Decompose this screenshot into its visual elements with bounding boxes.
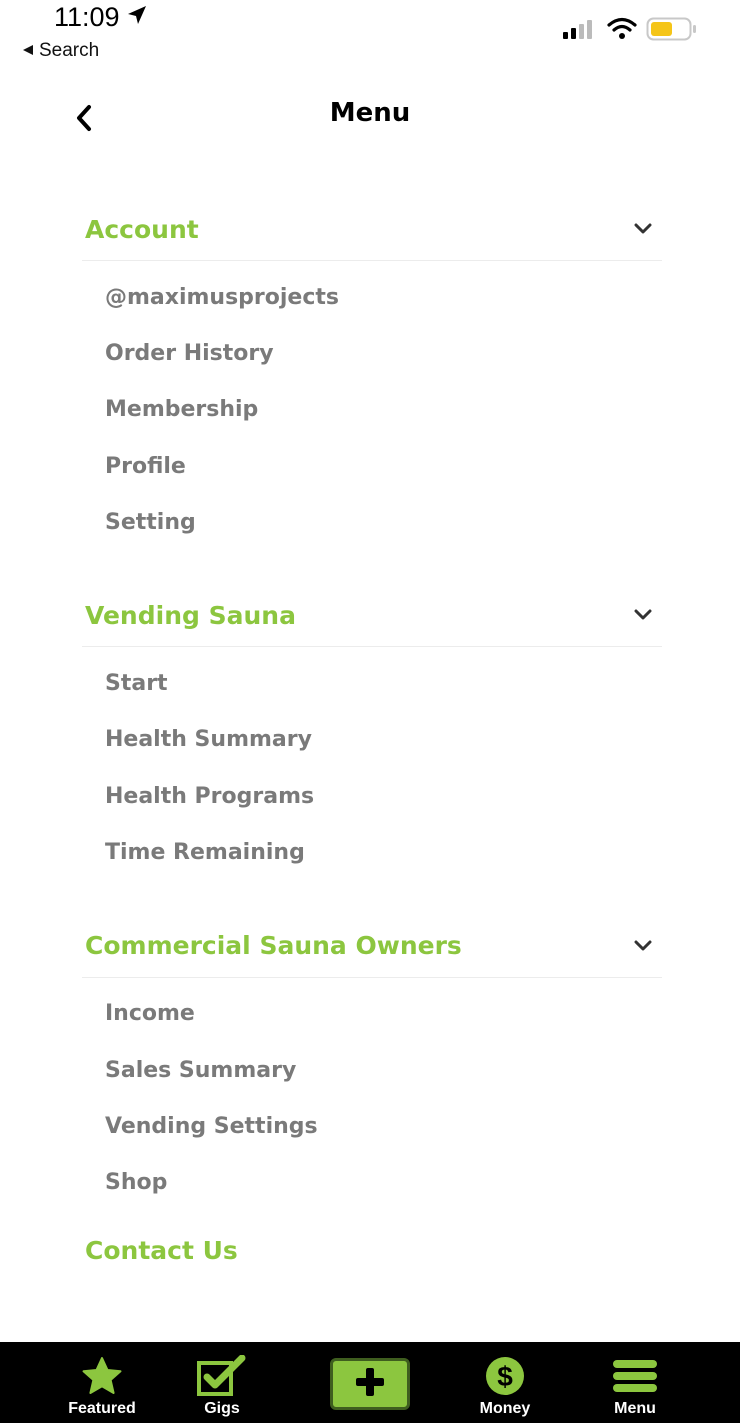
header: Menu [0,88,740,148]
menu-item-health-programs[interactable]: Health Programs [82,768,662,824]
status-bar: 11:09 Search [0,0,740,70]
menu-item-shop[interactable]: Shop [82,1155,662,1211]
location-arrow-icon [126,2,148,33]
status-back-link[interactable]: Search [22,40,99,62]
nav-money[interactable]: $ Money [460,1342,550,1423]
menu-list: Account @maximusprojects Order History M… [82,198,662,1211]
chevron-down-icon [632,935,654,957]
wifi-icon [607,16,637,44]
star-icon [81,1356,123,1396]
menu-item-order-history[interactable]: Order History [82,325,662,381]
add-button-box [330,1358,410,1410]
signal-icon [562,18,598,44]
section-title: Account [85,214,199,244]
menu-item-profile[interactable]: Profile [82,438,662,494]
section-title: Commercial Sauna Owners [85,931,462,961]
section-items-vending-sauna: Start Health Summary Health Programs Tim… [82,647,662,880]
section-commercial-sauna-owners: Commercial Sauna Owners Income Sales Sum… [82,915,662,1211]
menu-item-start[interactable]: Start [82,655,662,711]
hamburger-icon [612,1356,658,1396]
menu-item-income[interactable]: Income [82,986,662,1042]
nav-label: Money [479,1400,531,1417]
section-vending-sauna: Vending Sauna Start Health Summary Healt… [82,584,662,880]
menu-item-username[interactable]: @maximusprojects [82,269,662,325]
section-header-account[interactable]: Account [82,198,662,261]
nav-label: Featured [68,1400,136,1417]
bottom-nav: Featured Gigs $ Money Menu [0,1342,740,1423]
contact-us-link[interactable]: Contact Us [85,1236,238,1265]
section-title: Vending Sauna [85,600,296,630]
menu-item-setting[interactable]: Setting [82,494,662,550]
checkbox-icon [196,1355,248,1396]
menu-item-membership[interactable]: Membership [82,382,662,438]
menu-item-health-summary[interactable]: Health Summary [82,712,662,768]
back-triangle-icon [22,44,34,59]
svg-text:$: $ [497,1361,513,1392]
section-items-account: @maximusprojects Order History Membershi… [82,261,662,550]
status-time: 11:09 [54,2,148,33]
status-time-text: 11:09 [54,2,120,32]
section-header-vending-sauna[interactable]: Vending Sauna [82,584,662,648]
nav-gigs[interactable]: Gigs [178,1342,266,1423]
status-back-label: Search [39,40,100,61]
nav-featured[interactable]: Featured [52,1342,152,1423]
menu-item-time-remaining[interactable]: Time Remaining [82,824,662,880]
nav-menu[interactable]: Menu [590,1342,680,1423]
nav-label: Menu [614,1400,656,1417]
battery-icon [646,16,698,46]
nav-add-button[interactable] [326,1342,414,1423]
section-account: Account @maximusprojects Order History M… [82,198,662,550]
section-header-commercial-sauna-owners[interactable]: Commercial Sauna Owners [82,915,662,978]
nav-label: Gigs [204,1400,240,1417]
dollar-icon: $ [485,1356,525,1396]
menu-item-vending-settings[interactable]: Vending Settings [82,1098,662,1154]
menu-item-sales-summary[interactable]: Sales Summary [82,1042,662,1098]
chevron-down-icon [632,218,654,240]
plus-icon [353,1365,387,1403]
section-items-commercial-sauna-owners: Income Sales Summary Vending Settings Sh… [82,978,662,1211]
page-title: Menu [329,98,411,128]
chevron-down-icon [632,604,654,626]
